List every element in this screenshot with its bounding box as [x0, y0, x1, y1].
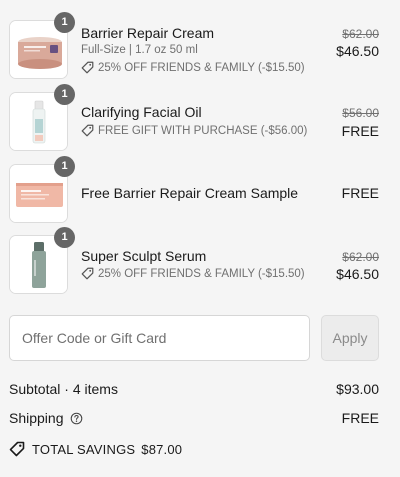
total-savings: TOTAL SAVINGS $87.00 — [9, 441, 182, 457]
subtotal-label: Subtotal · 4 items — [9, 381, 118, 397]
subtotal-value: $93.00 — [336, 381, 379, 397]
quantity-badge: 1 — [54, 84, 75, 105]
subtotal-row: Subtotal · 4 items $93.00 — [9, 381, 379, 397]
quantity-badge: 1 — [54, 156, 75, 177]
product-name: Super Sculpt Serum — [81, 248, 207, 264]
shipping-label-wrap: Shipping — [9, 410, 83, 426]
discount-text: 25% OFF FRIENDS & FAMILY (-$15.50) — [98, 61, 305, 74]
original-price: $56.00 — [342, 106, 379, 120]
savings-value: $87.00 — [141, 441, 183, 457]
apply-button[interactable]: Apply — [321, 315, 379, 361]
line-item: 1 Free Barrier Repair Cream Sample FREE — [0, 156, 400, 224]
discount-line: 25% OFF FRIENDS & FAMILY (-$15.50) — [81, 61, 305, 74]
savings-label: TOTAL SAVINGS — [32, 441, 136, 457]
sale-price: $46.50 — [336, 43, 379, 59]
tag-icon — [9, 441, 25, 457]
sale-price: $46.50 — [336, 266, 379, 282]
shipping-value: FREE — [341, 410, 379, 426]
product-variant: Full-Size | 1.7 oz 50 ml — [81, 44, 198, 56]
discount-text: 25% OFF FRIENDS & FAMILY (-$15.50) — [98, 267, 305, 280]
discount-line: 25% OFF FRIENDS & FAMILY (-$15.50) — [81, 267, 305, 280]
product-name: Clarifying Facial Oil — [81, 104, 202, 120]
tag-icon — [81, 61, 94, 74]
discount-text: FREE GIFT WITH PURCHASE (-$56.00) — [98, 124, 308, 137]
question-circle-icon[interactable] — [70, 412, 83, 425]
tag-icon — [81, 124, 94, 137]
discount-line: FREE GIFT WITH PURCHASE (-$56.00) — [81, 124, 307, 137]
shipping-label: Shipping — [9, 410, 64, 426]
original-price: $62.00 — [342, 250, 379, 264]
sale-price: FREE — [341, 123, 379, 139]
product-name: Barrier Repair Cream — [81, 25, 215, 41]
shipping-row: Shipping FREE — [9, 410, 379, 426]
quantity-badge: 1 — [54, 12, 75, 33]
product-name: Free Barrier Repair Cream Sample — [81, 185, 299, 201]
line-item: 1 Super Sculpt Serum 25% OFF FRIENDS & F… — [0, 227, 400, 295]
line-item: 1 Clarifying Facial Oil FREE GIFT WITH P… — [0, 84, 400, 152]
offer-code-input[interactable] — [9, 315, 310, 361]
line-item: 1 Barrier Repair Cream Full-Size | 1.7 o… — [0, 12, 400, 80]
original-price: $62.00 — [342, 27, 379, 41]
quantity-badge: 1 — [54, 227, 75, 248]
tag-icon — [81, 267, 94, 280]
sale-price: FREE — [341, 185, 379, 201]
